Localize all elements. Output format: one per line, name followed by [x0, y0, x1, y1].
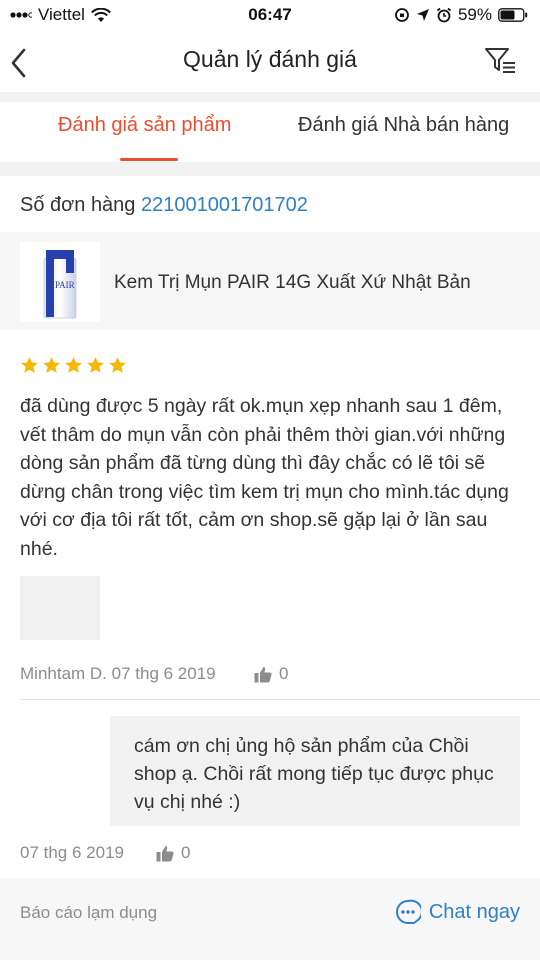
reply-date: 07 thg 6 2019	[20, 843, 124, 862]
thumbs-up-icon	[254, 666, 272, 682]
product-row[interactable]: PAIR Kem Trị Mụn PAIR 14G Xuất Xứ Nhật B…	[0, 232, 540, 330]
thumbs-up-icon	[156, 845, 174, 861]
active-tab-indicator	[120, 158, 178, 161]
bottom-action-bar: Báo cáo lạm dụng Chat ngay	[0, 878, 540, 960]
review-tabs: Đánh giá sản phẩm Đánh giá Nhà bán hàng	[0, 102, 540, 162]
order-number-link[interactable]: 221001001701702	[141, 194, 308, 216]
review-like-count: 0	[279, 664, 289, 683]
thumb-brand-text: PAIR	[55, 280, 75, 290]
status-icons: 59%	[394, 5, 528, 25]
star-icon	[43, 357, 60, 373]
product-thumbnail: PAIR	[20, 242, 100, 322]
section-separator	[0, 92, 540, 102]
star-icon	[109, 357, 126, 373]
product-image: PAIR	[43, 250, 77, 319]
page-title: Quản lý đánh giá	[183, 46, 357, 72]
filter-button[interactable]	[484, 46, 518, 76]
chat-now-label: Chat ngay	[428, 900, 520, 923]
star-icon	[21, 357, 38, 373]
filter-icon	[485, 48, 515, 73]
reply-like-count: 0	[181, 843, 191, 862]
report-abuse-link[interactable]: Báo cáo lạm dụng	[20, 903, 157, 923]
section-separator	[0, 162, 540, 176]
review-like-button[interactable]: 0	[254, 664, 288, 684]
tab-seller-reviews[interactable]: Đánh giá Nhà bán hàng	[298, 114, 509, 137]
lock-rotation-icon	[395, 8, 409, 22]
tab-product-reviews[interactable]: Đánh giá sản phẩm	[58, 114, 231, 137]
divider	[20, 699, 540, 700]
alarm-icon	[436, 7, 452, 23]
order-number-label: Số đơn hàng	[20, 194, 136, 216]
battery-icon	[498, 8, 528, 22]
battery-percent: 59%	[457, 5, 492, 24]
review-text: đã dùng được 5 ngày rất ok.mụn xẹp nhanh…	[20, 395, 509, 560]
chat-now-button[interactable]: Chat ngay	[395, 899, 520, 925]
seller-reply: cám ơn chị ủng hộ sản phẩm của Chồi shop…	[110, 716, 520, 826]
chat-bubble-icon	[395, 899, 421, 924]
location-icon	[416, 9, 429, 21]
status-bar: Viettel 06:47 59%	[0, 0, 540, 30]
review-image-placeholder[interactable]	[20, 576, 100, 640]
star-icon	[87, 357, 104, 373]
star-rating	[20, 356, 127, 375]
navigation-bar: Quản lý đánh giá	[0, 30, 540, 92]
seller-reply-text: cám ơn chị ủng hộ sản phẩm của Chồi shop…	[134, 735, 494, 813]
review-author-date: Minhtam D. 07 thg 6 2019	[20, 664, 216, 683]
reply-like-button[interactable]: 0	[156, 843, 190, 863]
star-icon	[65, 357, 82, 373]
order-number-row: Số đơn hàng 221001001701702	[20, 194, 308, 217]
product-name: Kem Trị Mụn PAIR 14G Xuất Xứ Nhật Bản	[114, 272, 471, 293]
